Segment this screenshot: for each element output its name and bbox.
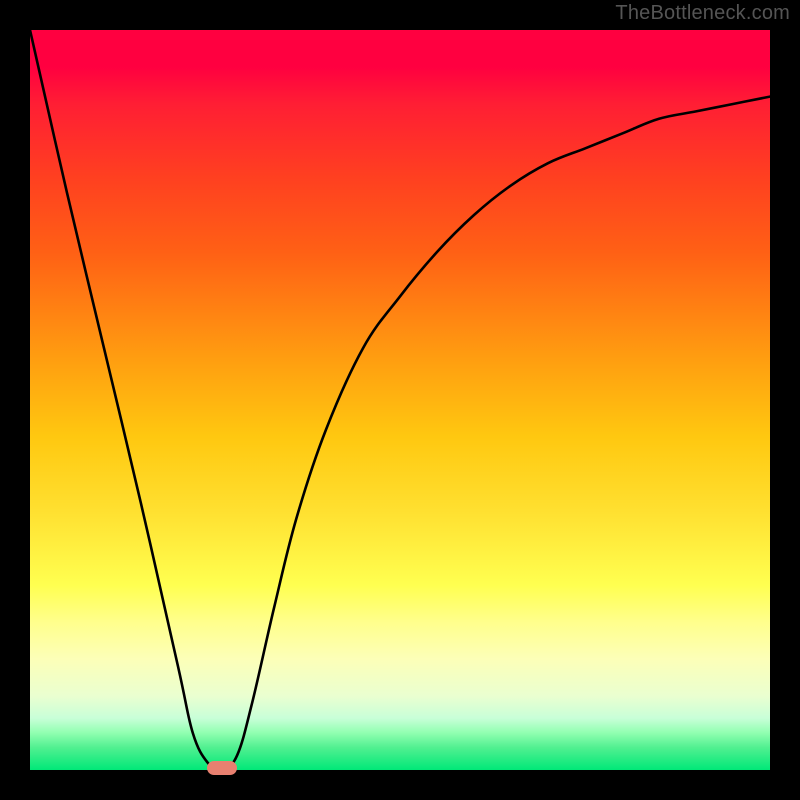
- bottleneck-curve-path: [30, 30, 770, 770]
- curve-layer: [30, 30, 770, 770]
- optimal-marker: [207, 761, 237, 775]
- plot-area: [30, 30, 770, 770]
- watermark-text: TheBottleneck.com: [615, 2, 790, 25]
- chart-frame: TheBottleneck.com: [0, 0, 800, 800]
